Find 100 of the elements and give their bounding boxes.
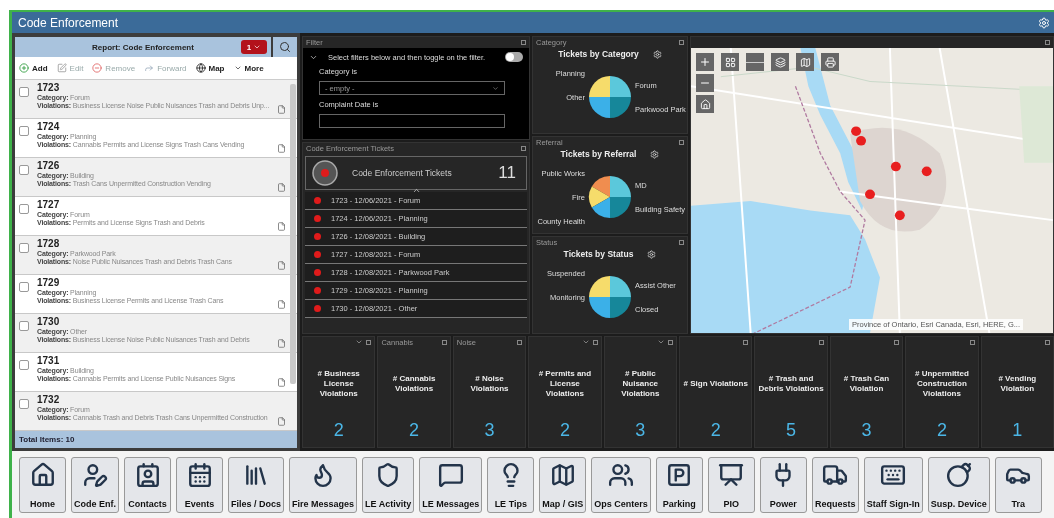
document-icon[interactable] (277, 378, 286, 387)
collapse-icon[interactable] (411, 186, 421, 195)
tile-value: 2 (936, 420, 947, 441)
checkbox[interactable] (19, 87, 29, 97)
settings-icon[interactable] (652, 49, 662, 59)
maximize-icon[interactable] (679, 39, 684, 45)
marker-dot (314, 233, 321, 240)
caret-icon[interactable] (355, 338, 364, 346)
document-icon[interactable] (277, 300, 286, 309)
marker-dot (314, 287, 321, 294)
launcher-button[interactable]: Fire Messages (289, 457, 358, 513)
caret-icon (492, 84, 499, 92)
remove-icon (92, 63, 103, 73)
toolbar-button[interactable]: Add (19, 63, 48, 73)
tickets-title: Code Enforcement Tickets (352, 168, 453, 178)
print-button[interactable] (821, 53, 839, 71)
home-button[interactable] (696, 95, 714, 113)
checkbox[interactable] (19, 126, 29, 136)
document-icon[interactable] (277, 222, 286, 231)
checkbox[interactable] (19, 165, 29, 175)
maximize-icon[interactable] (1045, 40, 1050, 45)
launcher-button[interactable]: Susp. Device (927, 457, 990, 513)
zoom-in-button[interactable] (696, 53, 714, 71)
total-items: Total Items: 10 (19, 435, 75, 444)
checkbox[interactable] (19, 360, 29, 370)
message-icon (437, 462, 464, 488)
layers-button[interactable] (771, 53, 789, 71)
checkbox[interactable] (19, 282, 29, 292)
maximize-icon[interactable] (366, 339, 372, 345)
marker-dot (314, 215, 321, 222)
grid-button[interactable] (721, 53, 739, 71)
caret-icon[interactable] (657, 338, 665, 346)
filter-field[interactable] (319, 114, 505, 128)
launcher-button[interactable]: Power (759, 457, 807, 513)
tile-title: # Trash Can Violation (842, 372, 891, 395)
launcher-button[interactable]: Requests (811, 457, 859, 513)
document-icon[interactable] (277, 105, 286, 114)
document-icon[interactable] (277, 261, 286, 270)
tile-value: 3 (635, 420, 646, 441)
checkbox[interactable] (19, 321, 29, 331)
document-icon[interactable] (277, 417, 286, 426)
tile-title: # Unpermitted Construction Violations (914, 367, 970, 400)
maximize-icon[interactable] (517, 339, 523, 345)
caret-icon[interactable] (581, 338, 590, 346)
maximize-icon[interactable] (679, 239, 684, 245)
maximize-icon[interactable] (521, 40, 526, 45)
maximize-icon[interactable] (521, 146, 526, 151)
toolbar-button[interactable]: Map (195, 63, 225, 73)
tile-title: # Business License Violations (316, 367, 361, 400)
launcher-button[interactable]: Contacts (124, 457, 171, 513)
tile-value: 2 (409, 420, 420, 441)
launcher-button[interactable]: Tra (994, 457, 1042, 513)
ticket-number: 1731 (37, 355, 61, 366)
launcher-button[interactable]: Home (19, 457, 66, 513)
maximize-icon[interactable] (441, 339, 447, 345)
launcher-button[interactable]: Events (176, 457, 223, 513)
marker-dot (314, 305, 321, 312)
list-button[interactable] (746, 53, 764, 71)
maximize-icon[interactable] (743, 339, 749, 345)
launcher-button[interactable]: Map / GIS (539, 457, 587, 513)
globe-icon (195, 63, 206, 73)
maximize-icon[interactable] (592, 339, 598, 345)
document-icon[interactable] (277, 339, 286, 348)
launcher-button[interactable]: Parking (655, 457, 703, 513)
settings-icon[interactable] (647, 249, 657, 259)
launcher-button[interactable]: LE Activity (362, 457, 415, 513)
tile-title: # Trash and Debris Violations (757, 372, 825, 395)
search-button[interactable] (273, 37, 297, 57)
settings-icon[interactable] (650, 149, 660, 159)
launcher-button[interactable]: Staff Sign-In (863, 457, 923, 513)
scrollbar[interactable] (290, 84, 296, 384)
maximize-icon[interactable] (679, 139, 684, 145)
maximize-icon[interactable] (1045, 339, 1050, 345)
tile-title: # Permits and License Violations (537, 367, 593, 400)
maximize-icon[interactable] (894, 339, 900, 345)
launcher-button[interactable]: PIO (707, 457, 755, 513)
checkbox[interactable] (19, 243, 29, 253)
checkbox[interactable] (19, 399, 29, 409)
people-icon (608, 462, 635, 488)
basemap-button[interactable] (796, 53, 814, 71)
ticket-number: 1727 (37, 199, 61, 210)
maximize-icon[interactable] (668, 339, 673, 345)
checkbox[interactable] (19, 204, 29, 214)
launcher-button[interactable]: Code Enf. (71, 457, 119, 513)
contact-card-icon (134, 462, 161, 488)
maximize-icon[interactable] (818, 339, 824, 345)
filter-toggle[interactable] (505, 52, 523, 62)
toolbar-button[interactable]: More (233, 63, 264, 73)
launcher-button[interactable]: LE Tips (487, 457, 535, 513)
document-icon[interactable] (277, 144, 286, 153)
launcher-button[interactable]: Ops Centers (591, 457, 651, 513)
launcher-button[interactable]: Files / Docs (228, 457, 285, 513)
ticket-number: 1732 (37, 394, 61, 405)
document-icon[interactable] (277, 183, 286, 192)
maximize-icon[interactable] (969, 339, 975, 345)
caret-icon (233, 64, 242, 72)
count-badge[interactable]: 1 (241, 40, 267, 54)
presentation-icon (718, 462, 745, 488)
zoom-out-button[interactable] (696, 74, 714, 92)
launcher-button[interactable]: LE Messages (419, 457, 483, 513)
